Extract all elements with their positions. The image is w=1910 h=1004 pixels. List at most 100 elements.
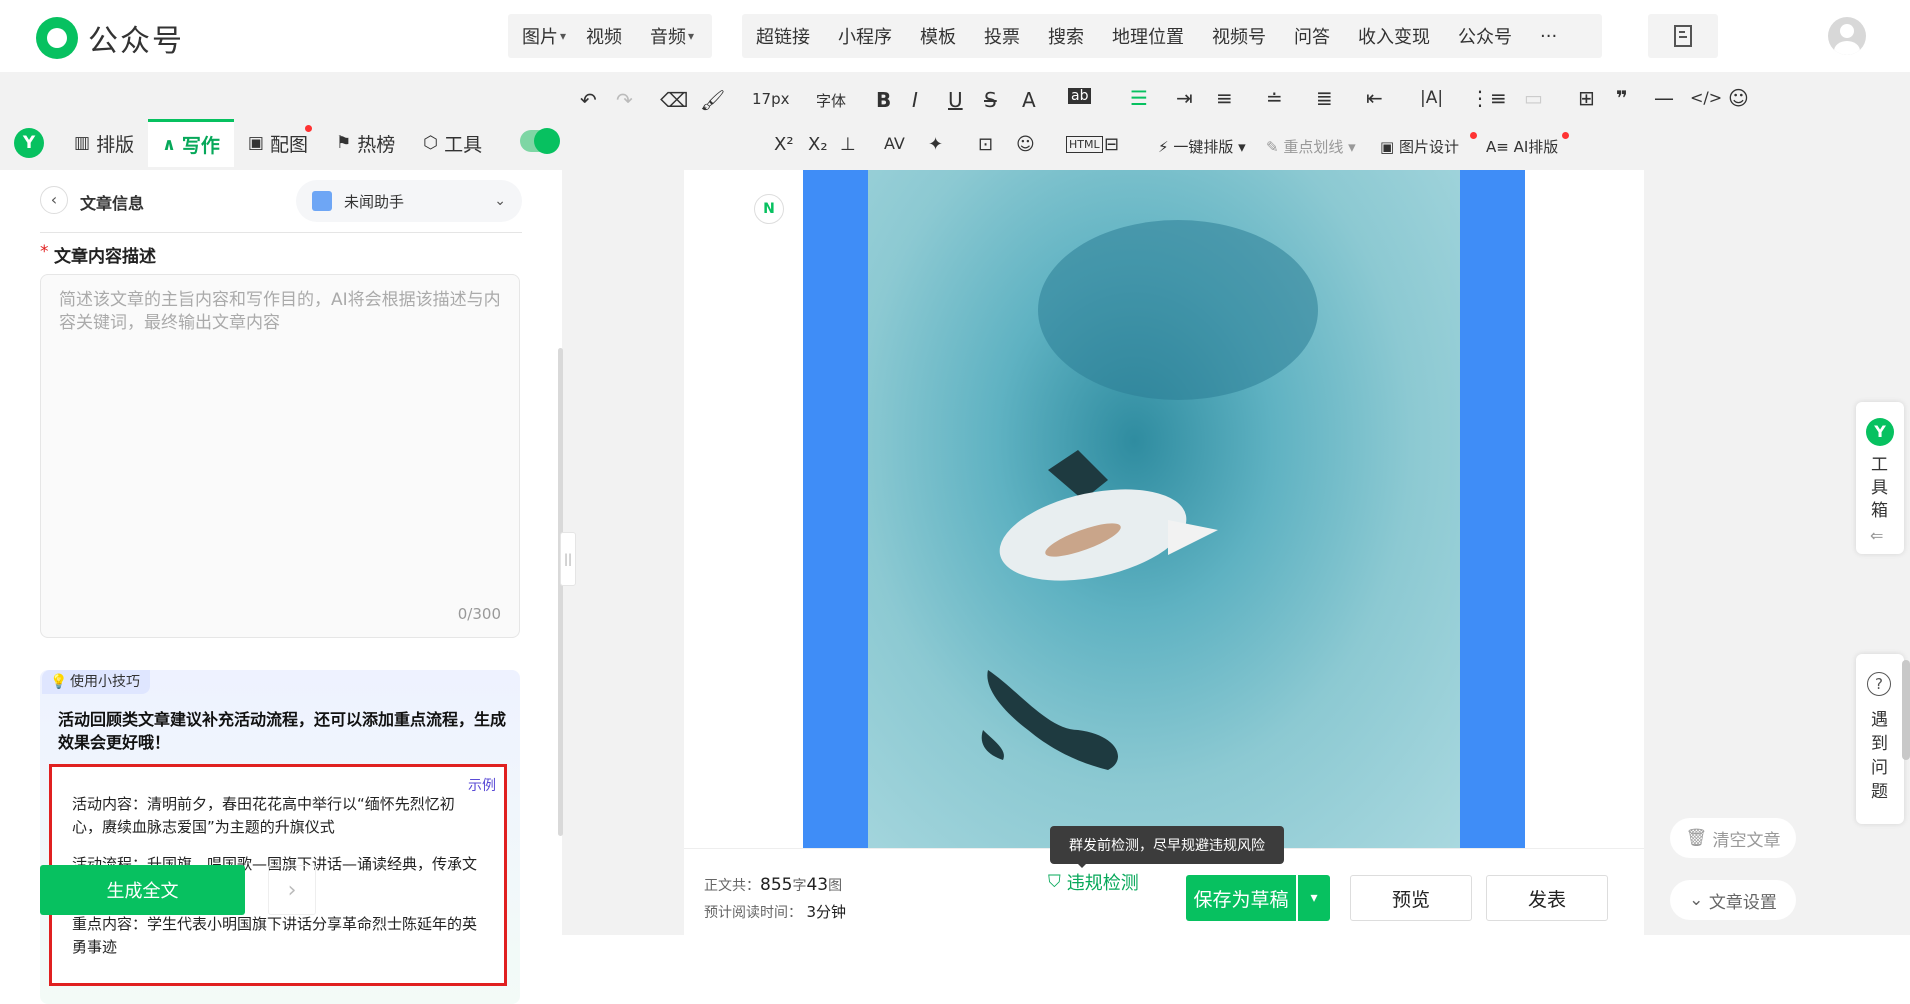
sticker-icon[interactable]: ☺ xyxy=(1016,134,1035,155)
save-options-dropdown[interactable]: ▾ xyxy=(1298,875,1330,921)
left-tab-label: 排版 xyxy=(96,133,135,156)
insert-tool-item[interactable]: 超链接 xyxy=(742,23,824,49)
left-tab[interactable]: ⚑ 热榜 xyxy=(322,119,409,167)
insert-tool-item[interactable]: 搜索 xyxy=(1034,23,1098,49)
back-button[interactable]: ‹ xyxy=(40,186,68,214)
insert-tool-item[interactable]: 收入变现 xyxy=(1344,23,1444,49)
article-settings-button[interactable]: ⌄ 文章设置 xyxy=(1670,880,1796,920)
assistant-name: 未闻助手 xyxy=(344,192,405,211)
toolbox-label: 工具箱 xyxy=(1871,455,1888,521)
code-icon[interactable]: </> xyxy=(1690,88,1722,107)
panel-title: 文章信息 xyxy=(80,194,145,213)
text-indent-icon[interactable]: ⊥ xyxy=(840,134,856,155)
eraser-icon[interactable]: ⌫ xyxy=(660,88,688,112)
generate-button[interactable]: 生成全文 xyxy=(40,865,245,915)
insert-tool-item[interactable]: 小程序 xyxy=(824,23,906,49)
divider-icon[interactable]: — xyxy=(1654,86,1674,110)
draft-box-button[interactable] xyxy=(1648,14,1718,58)
character-spacing-icon[interactable]: AV xyxy=(884,134,905,153)
left-tab-label: 热榜 xyxy=(357,133,396,156)
left-tab[interactable]: ▥ 排版 xyxy=(60,119,148,167)
description-textarea[interactable]: 简述该文章的主旨内容和写作目的，AI将会根据该描述与内容关键词，最终输出文章内容… xyxy=(40,274,520,638)
letter-spacing-icon[interactable]: |A| xyxy=(1420,88,1443,108)
html-icon[interactable]: HTML xyxy=(1066,136,1103,153)
insert-tool-item[interactable]: 地理位置 xyxy=(1098,23,1198,49)
indent-icon[interactable]: ⇥ xyxy=(1176,86,1193,110)
line-height-icon[interactable]: ≣ xyxy=(1316,86,1333,110)
subscript-icon[interactable]: X₂ xyxy=(808,134,828,155)
format-painter-icon[interactable]: 🖌 xyxy=(700,88,725,112)
strikethrough-icon[interactable]: S xyxy=(984,88,997,112)
underline-icon[interactable]: U xyxy=(948,88,963,112)
page-scrollbar[interactable] xyxy=(1902,660,1910,760)
app-logo[interactable]: 公众号 xyxy=(36,16,184,60)
assistant-toggle[interactable] xyxy=(520,128,560,154)
next-button[interactable]: › xyxy=(268,865,316,915)
image-design[interactable]: ▣ 图片设计 xyxy=(1380,136,1459,157)
bold-icon[interactable]: B xyxy=(876,88,891,112)
left-tab-label: 工具 xyxy=(444,133,483,156)
toolbox-icon[interactable]: ⊟ xyxy=(1104,134,1119,155)
image-insert-icon[interactable]: ⊡ xyxy=(978,134,993,155)
media-item[interactable]: 视频 xyxy=(572,23,636,49)
italic-icon[interactable]: I xyxy=(912,88,918,112)
ai-marker-icon[interactable]: N xyxy=(754,194,784,224)
font-family-select[interactable]: 字体 xyxy=(816,90,846,111)
one-click-layout[interactable]: ⚡ 一键排版 ▾ xyxy=(1158,136,1246,157)
font-size-select[interactable]: 17px xyxy=(752,90,790,108)
align-icon[interactable]: ☰ xyxy=(1130,86,1148,110)
question-icon: ? xyxy=(1867,672,1891,696)
bullet-list-icon[interactable]: ⋮≡ xyxy=(1470,86,1507,110)
background-color-icon[interactable]: ab xyxy=(1068,88,1092,104)
compliance-check-button[interactable]: ⛉ 违规检测 xyxy=(1048,869,1139,895)
save-draft-button[interactable]: 保存为草稿 xyxy=(1186,875,1296,921)
article-image[interactable] xyxy=(868,170,1460,848)
redo-icon[interactable]: ↷ xyxy=(616,88,633,112)
word-count: 855 xyxy=(760,875,793,895)
clear-article-button[interactable]: 🗑 清空文章 xyxy=(1670,818,1796,858)
superscript-icon[interactable]: X² xyxy=(774,134,794,155)
publish-button[interactable]: 发表 xyxy=(1486,875,1608,921)
insert-tool-item[interactable]: 视频号 xyxy=(1198,23,1280,49)
font-color-icon[interactable]: A xyxy=(1022,88,1036,112)
magic-wand-icon[interactable]: ✦ xyxy=(928,134,943,155)
tooltip-arrow xyxy=(1076,862,1088,868)
insert-tool-item[interactable]: 公众号 xyxy=(1444,23,1526,49)
divider xyxy=(40,232,522,233)
left-tab[interactable]: ⬡ 工具 xyxy=(409,119,496,167)
insert-tool-item[interactable]: 模板 xyxy=(906,23,970,49)
assistant-select[interactable]: 未闻助手 ⌄ xyxy=(296,180,522,222)
insert-tool-item[interactable]: 问答 xyxy=(1280,23,1344,49)
wechat-logo-icon xyxy=(36,17,78,59)
table-icon[interactable]: ⊞ xyxy=(1578,86,1595,110)
align-center-icon[interactable]: ≡ xyxy=(1216,86,1233,110)
insert-tool-item[interactable]: ··· xyxy=(1526,26,1571,47)
help-sidebar[interactable]: ? 遇到问题 xyxy=(1856,654,1904,824)
table-disabled-icon[interactable]: ▭ xyxy=(1524,86,1543,110)
left-tab[interactable]: ▣ 配图 xyxy=(234,119,322,167)
layout-icon: ▥ xyxy=(74,133,91,153)
assistant-logo-icon: Y xyxy=(14,128,44,158)
insert-tool-item[interactable]: 投票 xyxy=(970,23,1034,49)
left-tab[interactable]: ∧ 写作 xyxy=(148,119,234,167)
panel-scrollbar[interactable] xyxy=(558,348,563,836)
media-item[interactable]: 图片 xyxy=(508,23,572,49)
bookmark-icon: ⚑ xyxy=(335,133,352,153)
undo-icon[interactable]: ↶ xyxy=(580,88,597,112)
preview-button[interactable]: 预览 xyxy=(1350,875,1472,921)
highlight-underline[interactable]: ✎ 重点划线 ▾ xyxy=(1266,136,1356,157)
quote-icon[interactable]: ❞ xyxy=(1616,86,1628,110)
notification-dot xyxy=(304,125,312,132)
media-item[interactable]: 音频 xyxy=(636,23,700,49)
notification-dot xyxy=(1470,132,1477,139)
avatar[interactable] xyxy=(1828,17,1866,55)
chevron-down-icon: ⌄ xyxy=(494,193,506,209)
toolbox-sidebar[interactable]: Y 工具箱 ⇐ xyxy=(1856,402,1904,554)
paragraph-spacing-icon[interactable]: ≐ xyxy=(1266,86,1283,110)
ai-layout[interactable]: A≡ AI排版 xyxy=(1486,136,1558,157)
arrow-left-icon: ⇐ xyxy=(1870,526,1884,545)
list-indent-icon[interactable]: ⇤ xyxy=(1366,86,1383,110)
panel-resize-handle[interactable]: || xyxy=(560,532,576,586)
emoji-icon[interactable]: ☺ xyxy=(1728,86,1749,110)
textarea-placeholder: 简述该文章的主旨内容和写作目的，AI将会根据该描述与内容关键词，最终输出文章内容 xyxy=(59,290,501,333)
